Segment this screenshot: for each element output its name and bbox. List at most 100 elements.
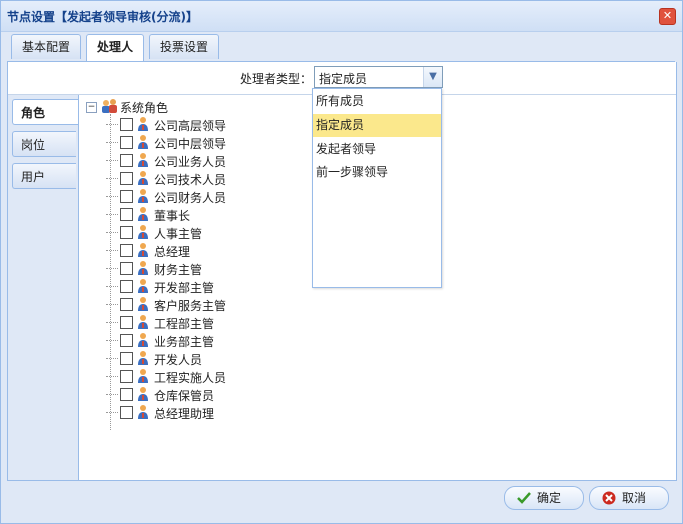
handler-type-dropdown: 所有成员 指定成员 发起者领导 前一步骤领导 xyxy=(312,88,442,288)
tree-connector xyxy=(106,358,118,359)
tree-connector xyxy=(106,376,118,377)
role-checkbox[interactable] xyxy=(120,244,133,257)
ok-button-label: 确定 xyxy=(537,491,562,505)
tree-item-label: 总经理助理 xyxy=(154,407,215,421)
tree-item-label: 开发部主管 xyxy=(154,281,215,295)
role-checkbox[interactable] xyxy=(120,172,133,185)
option-previous-step-leader[interactable]: 前一步骤领导 xyxy=(313,161,441,184)
tree-root-label: 系统角色 xyxy=(120,101,169,115)
role-checkbox[interactable] xyxy=(120,316,133,329)
role-checkbox[interactable] xyxy=(120,334,133,347)
role-checkbox[interactable] xyxy=(120,370,133,383)
tree-connector xyxy=(106,160,118,161)
user-icon xyxy=(138,225,148,239)
user-icon xyxy=(138,153,148,167)
tab-handler[interactable]: 处理人 xyxy=(86,34,145,61)
tree-item-label: 公司中层领导 xyxy=(154,137,227,151)
side-tab-bar: 角色 岗位 用户 xyxy=(8,95,79,480)
chevron-down-icon[interactable]: ▼ xyxy=(423,67,442,87)
user-icon xyxy=(138,405,148,419)
user-icon xyxy=(138,387,148,401)
tab-bar: 基本配置 处理人 投票设置 xyxy=(7,32,675,62)
dialog-footer: 确定 取消 xyxy=(7,481,675,515)
tree-connector xyxy=(106,286,118,287)
dialog-title: 节点设置【发起者领导审核(分流)】 xyxy=(7,10,198,24)
side-tab-role[interactable]: 角色 xyxy=(12,99,78,125)
tree-item-label: 开发人员 xyxy=(154,353,203,367)
tree-connector xyxy=(106,322,118,323)
ok-button[interactable]: 确定 xyxy=(504,486,584,510)
tree-item-label: 财务主管 xyxy=(154,263,203,277)
handler-type-label: 处理者类型： xyxy=(240,72,313,86)
option-all-members[interactable]: 所有成员 xyxy=(313,90,441,113)
role-checkbox[interactable] xyxy=(120,190,133,203)
side-tab-user[interactable]: 用户 xyxy=(12,163,76,189)
tree-connector xyxy=(106,214,118,215)
tree-connector xyxy=(106,196,118,197)
close-icon[interactable]: ✕ xyxy=(659,8,676,25)
dialog-titlebar: 节点设置【发起者领导审核(分流)】 ✕ xyxy=(1,1,682,32)
user-icon xyxy=(138,351,148,365)
user-icon xyxy=(138,135,148,149)
tree-item-label: 仓库保管员 xyxy=(154,389,215,403)
tree-connector xyxy=(106,142,118,143)
role-checkbox[interactable] xyxy=(120,352,133,365)
tree-connector xyxy=(106,178,118,179)
tree-item-label: 总经理 xyxy=(154,245,191,259)
tree-connector xyxy=(106,412,118,413)
user-icon xyxy=(138,297,148,311)
tree-item-label: 董事长 xyxy=(154,209,191,223)
handler-type-select[interactable]: 指定成员 ▼ xyxy=(314,66,443,88)
tree-guide-line xyxy=(110,114,111,430)
tree-item-label: 客户服务主管 xyxy=(154,299,227,313)
tree-item-label: 工程部主管 xyxy=(154,317,215,331)
role-checkbox[interactable] xyxy=(120,388,133,401)
tree-connector xyxy=(106,304,118,305)
user-icon xyxy=(138,189,148,203)
tab-basic-config[interactable]: 基本配置 xyxy=(11,34,82,59)
tree-connector xyxy=(106,124,118,125)
tree-item-label: 人事主管 xyxy=(154,227,203,241)
user-icon xyxy=(138,315,148,329)
user-icon xyxy=(138,117,148,131)
tree-item-label: 公司技术人员 xyxy=(154,173,227,187)
role-checkbox[interactable] xyxy=(120,208,133,221)
user-icon xyxy=(138,369,148,383)
tab-vote-settings[interactable]: 投票设置 xyxy=(149,34,220,59)
tree-item-label: 公司业务人员 xyxy=(154,155,227,169)
user-icon xyxy=(138,243,148,257)
user-icon xyxy=(138,279,148,293)
role-checkbox[interactable] xyxy=(120,118,133,131)
tree-item-label: 工程实施人员 xyxy=(154,371,227,385)
tree-connector xyxy=(106,394,118,395)
role-checkbox[interactable] xyxy=(120,226,133,239)
role-checkbox[interactable] xyxy=(120,280,133,293)
role-checkbox[interactable] xyxy=(120,154,133,167)
user-icon xyxy=(138,261,148,275)
tree-connector xyxy=(106,250,118,251)
role-checkbox[interactable] xyxy=(120,298,133,311)
user-icon xyxy=(138,333,148,347)
handler-type-value: 指定成员 xyxy=(319,72,368,86)
role-checkbox[interactable] xyxy=(120,136,133,149)
option-initiator-leader[interactable]: 发起者领导 xyxy=(313,138,441,161)
user-icon xyxy=(138,207,148,221)
node-settings-dialog: 节点设置【发起者领导审核(分流)】 ✕ 基本配置 处理人 投票设置 处理者类型：… xyxy=(0,0,683,524)
tree-connector xyxy=(106,268,118,269)
tree-item-label: 业务部主管 xyxy=(154,335,215,349)
tree-item-label: 公司财务人员 xyxy=(154,191,227,205)
tree-connector xyxy=(106,340,118,341)
side-tab-position[interactable]: 岗位 xyxy=(12,131,76,157)
role-checkbox[interactable] xyxy=(120,406,133,419)
collapse-icon[interactable]: − xyxy=(86,102,97,113)
cancel-icon xyxy=(602,491,616,505)
cancel-button-label: 取消 xyxy=(622,491,647,505)
tree-connector xyxy=(106,232,118,233)
option-specified-members[interactable]: 指定成员 xyxy=(313,114,441,137)
checkmark-icon xyxy=(517,492,531,504)
tree-item-label: 公司高层领导 xyxy=(154,119,227,133)
group-users-icon xyxy=(102,99,117,113)
cancel-button[interactable]: 取消 xyxy=(589,486,669,510)
role-checkbox[interactable] xyxy=(120,262,133,275)
user-icon xyxy=(138,171,148,185)
